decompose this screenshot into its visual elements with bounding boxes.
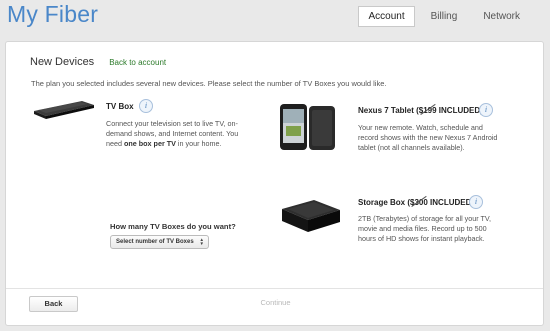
top-nav: Account Billing Network — [352, 6, 530, 27]
footer-divider — [6, 288, 543, 289]
storage-desc-line: 2TB (Terabytes) of storage for all your … — [358, 214, 492, 223]
intro-text: The plan you selected includes several n… — [31, 79, 387, 88]
page-title: New Devices — [30, 56, 95, 68]
select-arrows-icon: ▲ ▼ — [199, 237, 204, 246]
tv-box-name: TV Box — [106, 102, 134, 111]
tab-network[interactable]: Network — [473, 6, 530, 27]
tv-box-desc-text: need — [106, 139, 124, 148]
tv-box-desc-line: need one box per TV in your home. — [106, 139, 238, 149]
tab-account[interactable]: Account — [358, 6, 415, 27]
nexus-tablet-name: Nexus 7 Tablet ($199 INCLUDED) — [358, 106, 483, 115]
tv-box-info-icon[interactable]: i — [139, 99, 153, 113]
tab-billing[interactable]: Billing — [421, 6, 468, 27]
tv-box-desc-text: in your home. — [175, 139, 222, 148]
storage-name-text: INCLUDED) — [427, 198, 475, 207]
back-to-account-link[interactable]: Back to account — [109, 58, 166, 67]
nexus-name-text: Nexus 7 Tablet ( — [358, 106, 419, 115]
nexus-desc-line: Your new remote. Watch, schedule and — [358, 123, 483, 132]
storage-box-image — [282, 200, 340, 232]
storage-box-description: 2TB (Terabytes) of storage for all your … — [358, 214, 491, 244]
storage-box-info-icon[interactable]: i — [469, 195, 483, 209]
storage-box-name: Storage Box ($300 INCLUDED) — [358, 198, 474, 207]
tv-box-desc-bold: one box per TV — [124, 139, 176, 148]
back-button[interactable]: Back — [29, 296, 78, 312]
nexus-tablet-image — [280, 104, 335, 150]
tv-box-count-value: Select number of TV Boxes — [116, 239, 194, 245]
nexus-info-icon[interactable]: i — [479, 103, 493, 117]
storage-desc-line: movie and media files. Record up to 500 — [358, 224, 487, 233]
tv-box-desc-line: demand shows, and Internet content. You — [106, 129, 239, 138]
storage-name-text: Storage Box ( — [358, 198, 411, 207]
app-title: My Fiber — [7, 1, 99, 27]
nexus-desc-line: record shows with the new Nexus 7 Androi… — [358, 133, 498, 142]
tv-box-count-question: How many TV Boxes do you want? — [110, 222, 236, 231]
tv-box-description: Connect your television set to live TV, … — [106, 119, 238, 149]
tv-box-desc-line: Connect your television set to live TV, … — [106, 119, 238, 128]
nexus-price: $199 — [418, 106, 437, 115]
nexus-name-text: INCLUDED) — [436, 106, 483, 115]
tv-box-count-select[interactable]: Select number of TV Boxes ▲ ▼ — [110, 235, 209, 249]
nexus-description: Your new remote. Watch, schedule and rec… — [358, 123, 497, 153]
tv-box-image — [34, 101, 94, 119]
new-devices-card: New Devices Back to account The plan you… — [5, 41, 544, 326]
continue-button[interactable]: Continue — [247, 296, 304, 312]
storage-price: $300 — [410, 198, 428, 207]
card-header: New Devices Back to account — [30, 56, 166, 68]
storage-desc-line: hours of HD shows for instant playback. — [358, 234, 485, 243]
nexus-desc-line: tablet (not all channels available). — [358, 143, 465, 152]
